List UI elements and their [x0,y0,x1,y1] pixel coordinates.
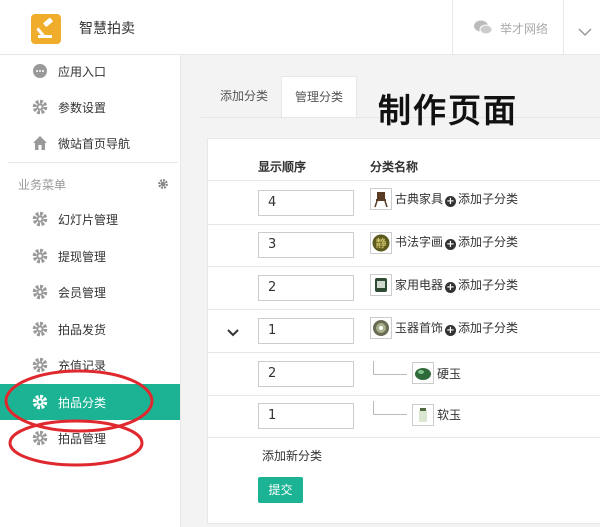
divider [8,162,178,163]
sidebar-item-items[interactable]: 拍品管理 [0,420,180,456]
chevron-down-icon[interactable] [578,22,592,41]
sidebar-item-label: 拍品管理 [58,432,107,446]
plus-icon: + [445,282,456,293]
plus-icon: + [445,325,456,336]
category-thumbnail [370,274,392,296]
brand-text[interactable]: 举才网络 [500,20,548,37]
sidebar-item-label: 会员管理 [58,286,107,300]
menu-header: 业务菜单 [18,178,67,192]
tree-connector [373,401,374,415]
sidebar-item-category[interactable]: 拍品分类 [0,384,180,420]
submit-button[interactable]: 提交 [258,477,303,503]
sidebar-item-withdraw[interactable]: 提现管理 [0,238,180,274]
order-input[interactable]: 1 [258,318,354,344]
divider [208,437,600,438]
divider [208,266,600,267]
sidebar-item-label: 提现管理 [58,250,107,264]
tree-connector [373,374,407,375]
svg-text:静: 静 [376,236,387,250]
gear-icon [32,394,48,410]
tree-connector [373,414,407,415]
gear-icon [32,430,48,446]
home-icon [32,135,48,151]
divider [180,55,181,527]
app-title: 智慧拍卖 [79,21,135,37]
category-thumbnail [412,362,434,384]
sidebar-item-label: 拍品发货 [58,323,107,337]
sidebar-item-app-entry[interactable]: 应用入口 [0,53,180,89]
chat-icon [32,63,48,79]
overlay-title: 制作页面 [378,91,518,130]
category-thumbnail [370,188,392,210]
sidebar-item-label: 拍品分类 [58,396,107,410]
add-subcategory-label: 添加子分类 [458,235,519,249]
divider [208,180,600,181]
divider [563,0,564,54]
gear-icon[interactable] [157,175,169,194]
plus-icon: + [445,239,456,250]
add-subcategory-link[interactable]: + 添加子分类 [445,276,518,293]
order-input[interactable]: 1 [258,403,354,429]
order-input[interactable]: 4 [258,190,354,216]
plus-icon: + [445,196,456,207]
category-thumbnail [412,404,434,426]
category-thumbnail: 静 [370,232,392,254]
add-subcategory-link[interactable]: + 添加子分类 [445,319,518,336]
divider [208,395,600,396]
gear-icon [32,284,48,300]
gear-icon [32,99,48,115]
add-subcategory-label: 添加子分类 [458,192,519,206]
category-name: 家用电器 [395,278,444,292]
divider [208,309,600,310]
add-new-category-link[interactable]: 添加新分类 [262,447,322,464]
chevron-down-icon[interactable] [227,322,239,341]
gear-icon [32,248,48,264]
sidebar-item-label: 参数设置 [58,101,107,115]
top-bar: 智慧拍卖 举才网络 [0,0,600,55]
category-name: 软玉 [437,408,462,422]
sidebar-item-members[interactable]: 会员管理 [0,274,180,310]
gear-icon [32,211,48,227]
divider [452,0,453,54]
sidebar-item-recharge[interactable]: 充值记录 [0,347,180,383]
order-input[interactable]: 2 [258,275,354,301]
sidebar-item-shipping[interactable]: 拍品发货 [0,311,180,347]
category-thumbnail [370,317,392,339]
sidebar-item-label: 充值记录 [58,359,107,373]
sidebar-item-home-nav[interactable]: 微站首页导航 [0,125,180,161]
add-subcategory-link[interactable]: + 添加子分类 [445,233,518,250]
sidebar-item-slides[interactable]: 幻灯片管理 [0,201,180,237]
add-subcategory-label: 添加子分类 [458,321,519,335]
sidebar-item-settings[interactable]: 参数设置 [0,89,180,125]
tab-add-category[interactable]: 添加分类 [207,76,281,116]
category-name: 书法字画 [395,235,444,249]
order-input[interactable]: 3 [258,232,354,258]
add-subcategory-link[interactable]: + 添加子分类 [445,190,518,207]
category-name: 玉器首饰 [395,321,444,335]
gavel-icon[interactable] [31,14,61,44]
gear-icon [32,357,48,373]
divider [208,352,600,353]
tab-manage-category[interactable]: 管理分类 [281,76,358,118]
sidebar-item-label: 应用入口 [58,65,107,79]
wechat-icon [474,20,493,39]
tree-connector [373,361,374,375]
column-header-order: 显示顺序 [258,160,307,174]
gear-icon [32,321,48,337]
column-header-name: 分类名称 [370,160,419,174]
sidebar-item-label: 微站首页导航 [58,137,131,151]
order-input[interactable]: 2 [258,361,354,387]
sidebar-item-label: 幻灯片管理 [58,213,119,227]
add-subcategory-label: 添加子分类 [458,278,519,292]
category-name: 硬玉 [437,367,462,381]
category-name: 古典家具 [395,192,444,206]
divider [208,224,600,225]
